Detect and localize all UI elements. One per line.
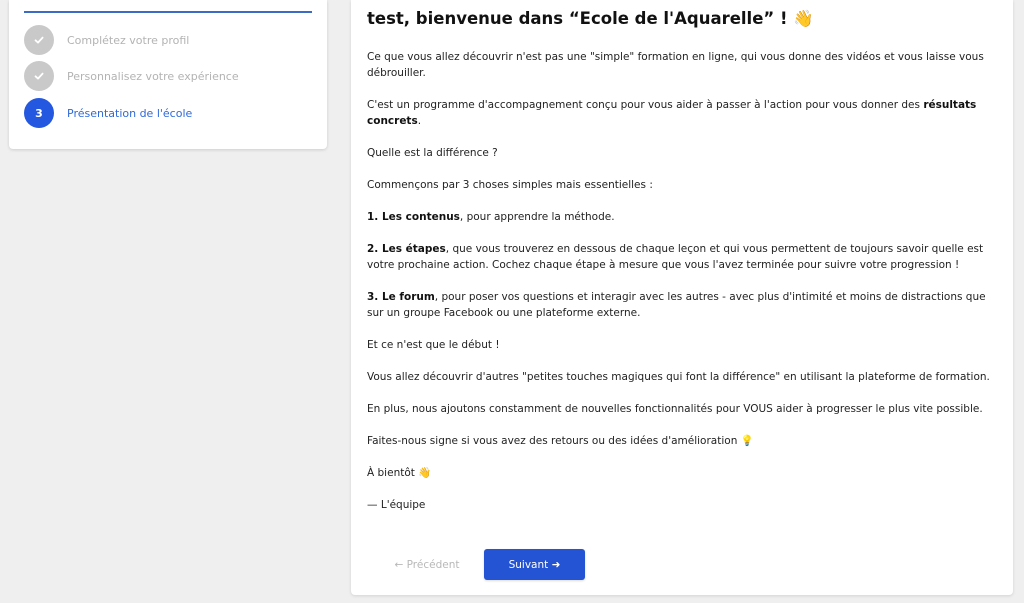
welcome-content-card: test, bienvenue dans “Ecole de l'Aquarel… — [351, 0, 1013, 595]
steps-progress-bar — [24, 11, 312, 13]
see-you-soon-text: À bientôt — [367, 467, 415, 479]
list-item-etapes: 2. Les étapes, que vous trouverez en des… — [367, 241, 992, 273]
welcome-body: Ce que vous allez découvrir n'est pas un… — [367, 49, 992, 529]
welcome-title: test, bienvenue dans “Ecole de l'Aquarel… — [367, 9, 814, 29]
step-3-number-circle: 3 — [24, 98, 54, 128]
feedback-paragraph: Faites-nous signe si vous avez des retou… — [367, 433, 992, 449]
check-icon — [34, 36, 44, 44]
contenus-text: , pour apprendre la méthode. — [459, 211, 615, 223]
step-school-presentation[interactable]: 3 Présentation de l'école — [24, 98, 314, 128]
difference-question: Quelle est la différence ? — [367, 147, 498, 159]
waving-hand-icon: 👋 — [793, 9, 814, 28]
step-3-label: Présentation de l'école — [67, 106, 193, 120]
three-things-intro: Commençons par 3 choses simples mais ess… — [367, 179, 653, 191]
step-2-check-circle — [24, 61, 54, 91]
step-2-label: Personnalisez votre expérience — [67, 69, 239, 83]
list-item-forum: 3. Le forum, pour poser vos questions et… — [367, 289, 992, 321]
feedback-text: Faites-nous signe si vous avez des retou… — [367, 435, 738, 447]
step-personalize-experience[interactable]: Personnalisez votre expérience — [24, 61, 314, 91]
etapes-heading: 2. Les étapes — [367, 243, 446, 255]
new-features-paragraph: En plus, nous ajoutons constamment de no… — [367, 403, 983, 415]
check-icon — [34, 72, 44, 80]
program-paragraph: C'est un programme d'accompagnement conç… — [367, 97, 992, 129]
team-signature: — L'équipe — [367, 499, 426, 511]
step-1-check-circle — [24, 25, 54, 55]
just-the-beginning: Et ce n'est que le début ! — [367, 339, 500, 351]
waving-hand-icon: 👋 — [418, 467, 432, 479]
list-item-contenus: 1. Les contenus, pour apprendre la métho… — [367, 209, 992, 225]
etapes-text: , que vous trouverez en dessous de chaqu… — [367, 243, 984, 271]
step-1-label: Complétez votre profil — [67, 33, 190, 47]
lightbulb-icon: 💡 — [740, 435, 754, 447]
magic-touches-paragraph: Vous allez découvrir d'autres "petites t… — [367, 371, 990, 383]
step-complete-profile[interactable]: Complétez votre profil — [24, 25, 314, 55]
previous-button[interactable]: ← Précédent — [377, 549, 477, 580]
program-end: . — [417, 115, 422, 127]
contenus-heading: 1. Les contenus — [367, 211, 460, 223]
next-button[interactable]: Suivant ➜ — [484, 549, 585, 580]
forum-heading: 3. Le forum — [367, 291, 435, 303]
forum-text: , pour poser vos questions et interagir … — [367, 291, 986, 319]
welcome-title-text: test, bienvenue dans “Ecole de l'Aquarel… — [367, 9, 788, 28]
intro-paragraph: Ce que vous allez découvrir n'est pas un… — [367, 51, 984, 79]
onboarding-steps-card: Complétez votre profil Personnalisez vot… — [9, 0, 327, 149]
program-text: C'est un programme d'accompagnement conç… — [367, 99, 924, 111]
see-you-soon: À bientôt 👋 — [367, 465, 992, 481]
